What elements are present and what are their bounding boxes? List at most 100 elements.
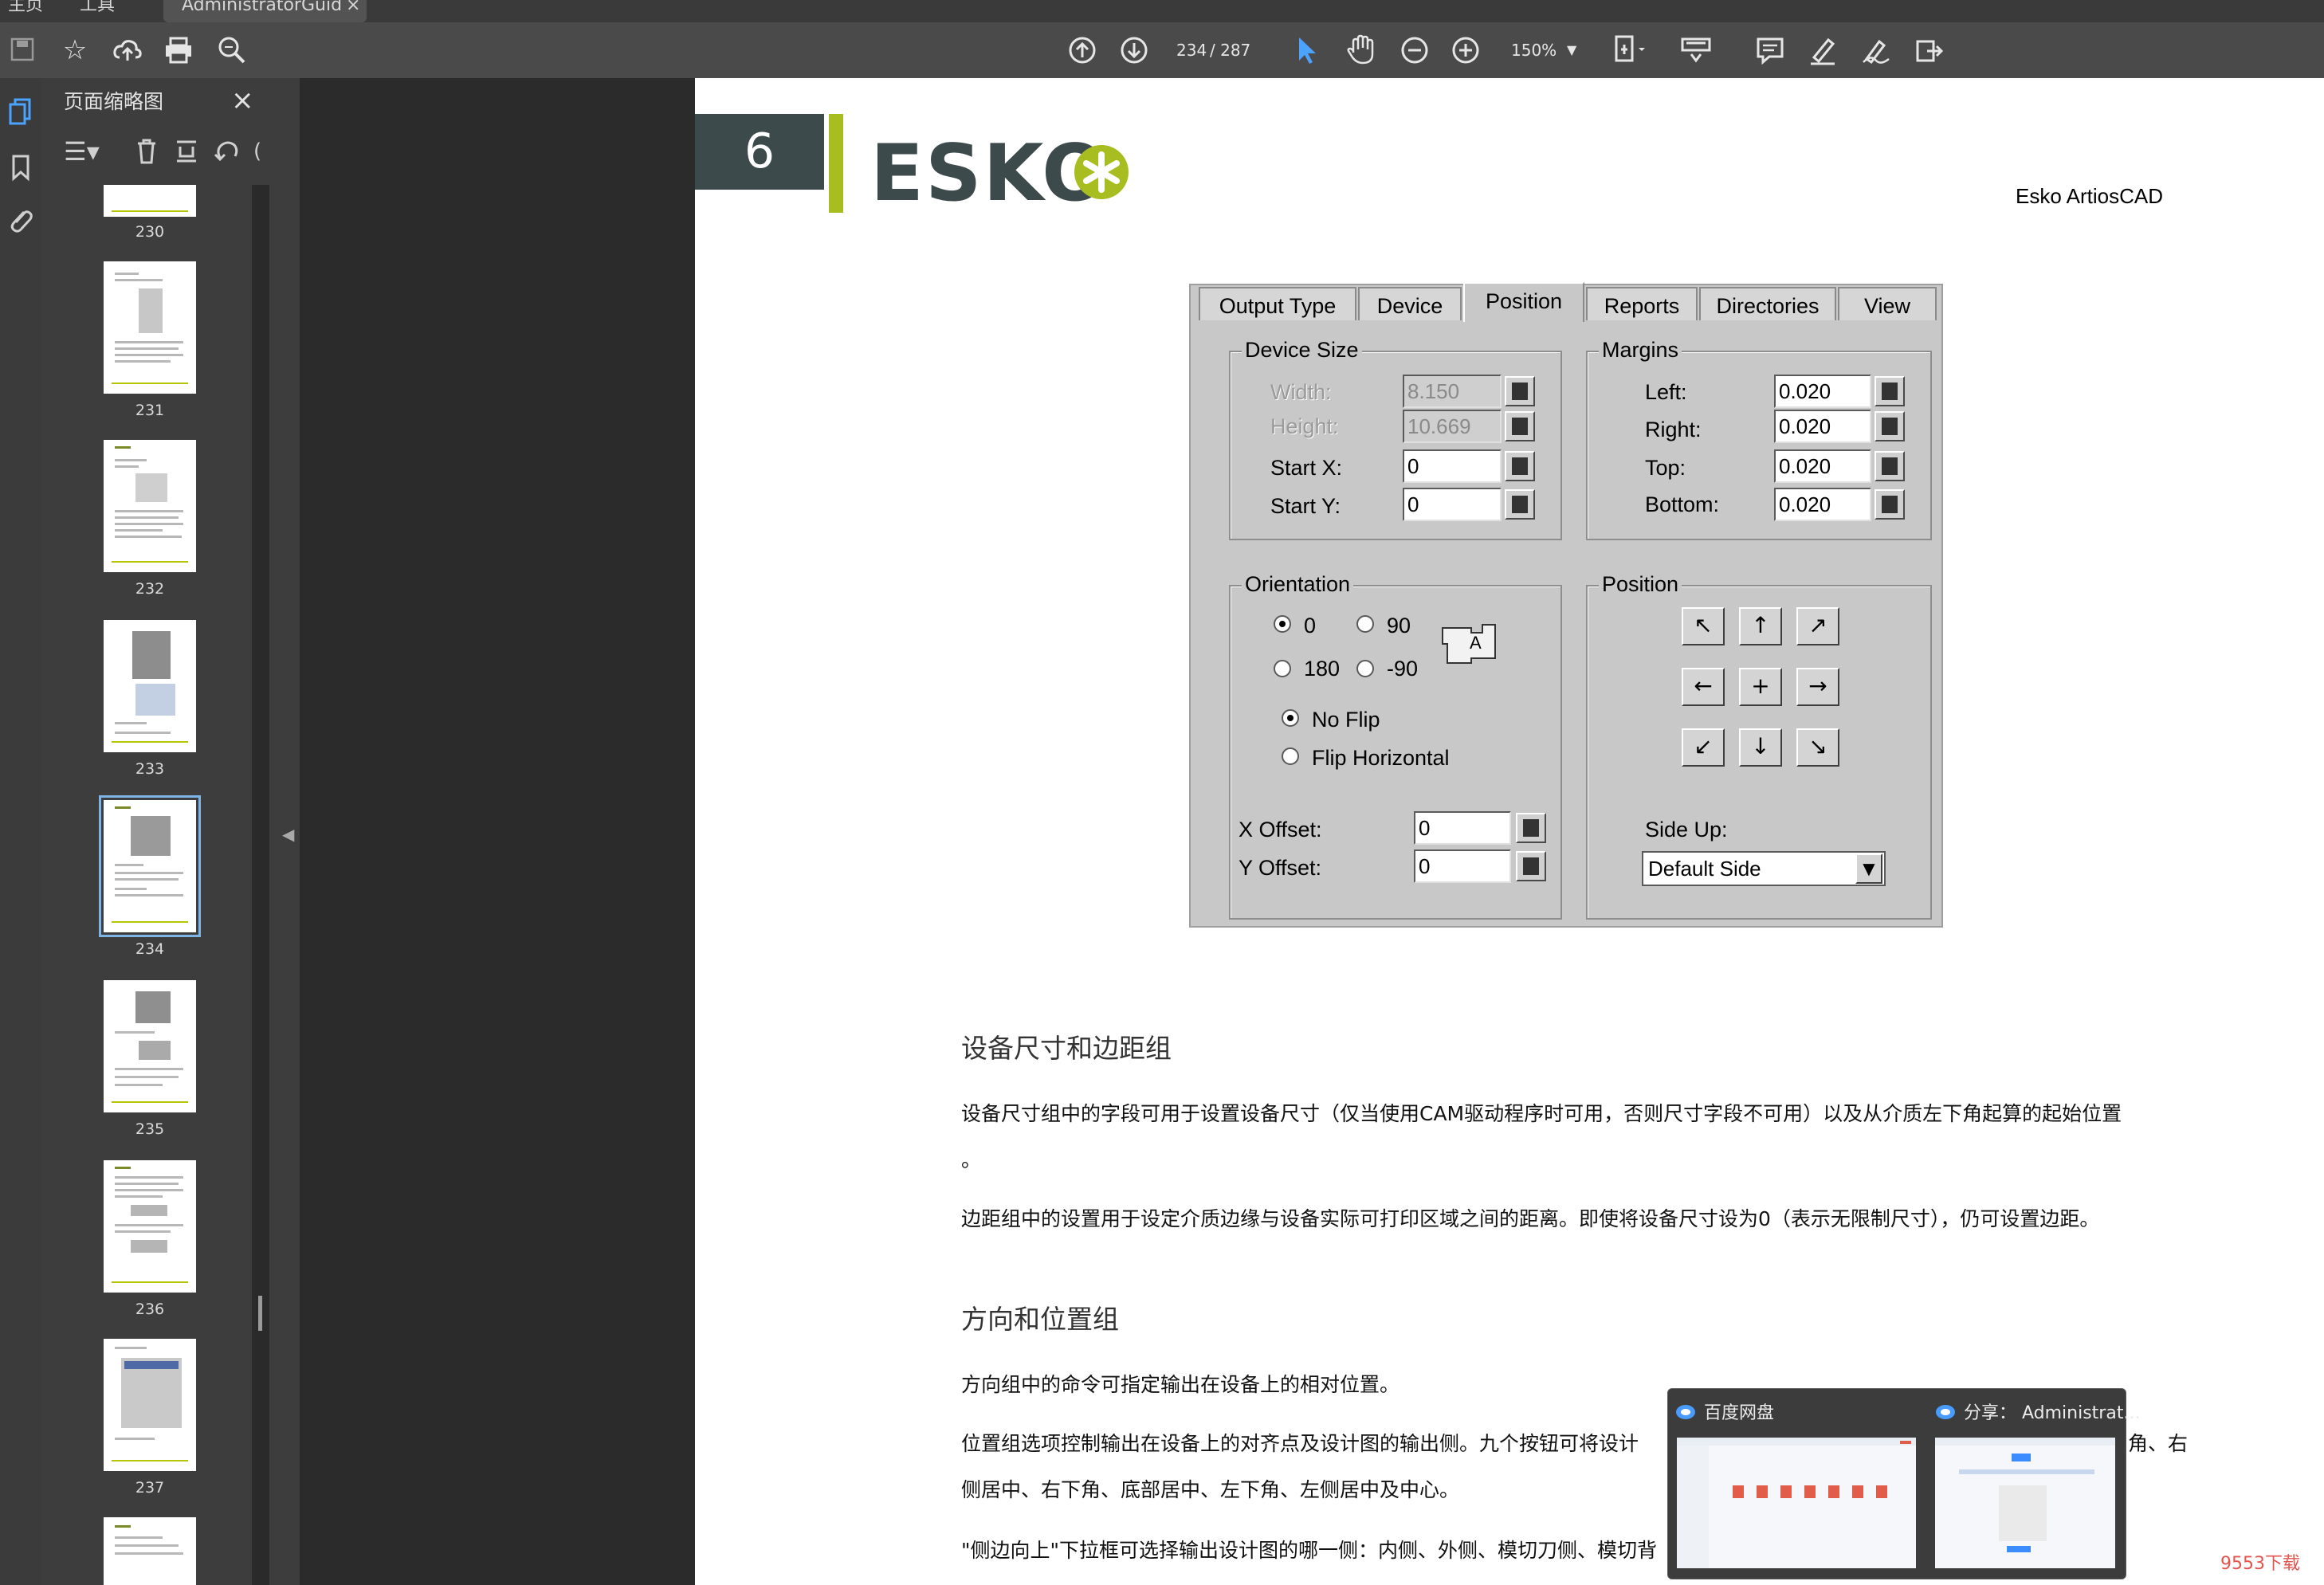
page-thumbnail[interactable] (104, 185, 196, 217)
thumbnail-label: 235 (135, 1120, 165, 1138)
thumbnail-label: 231 (135, 402, 165, 419)
tab-output-type: Output Type (1199, 287, 1356, 320)
align-center-plus-icon: + (1739, 668, 1782, 706)
paragraph: 侧居中、右下角、底部居中、左下角、左侧居中及中心。 (961, 1478, 1460, 1501)
height-label: Height: (1270, 414, 1339, 438)
document-tab-title: AdministratorGuide... (182, 0, 341, 15)
page-thumbnail[interactable] (104, 440, 196, 572)
page-down-icon[interactable] (1119, 35, 1149, 65)
thumbnail-options-icon[interactable]: ☰▾ (64, 134, 100, 169)
print-icon[interactable] (163, 35, 194, 65)
delete-page-icon[interactable] (134, 137, 159, 166)
popup-window-title[interactable]: 分享： Administrat... (1964, 1401, 2140, 1426)
orientation-preview-icon: A (1442, 624, 1496, 664)
orientation-180-radio (1274, 660, 1291, 677)
page-fit-icon[interactable] (1613, 33, 1648, 65)
page-thumbnails-icon[interactable] (8, 97, 33, 126)
left-margin-field: 0.020 (1774, 375, 1871, 408)
share-icon[interactable] (1913, 35, 1945, 65)
flip-horizontal-label: Flip Horizontal (1312, 746, 1450, 770)
paragraph: 设备尺寸组中的字段可用于设置设备尺寸（仅当使用CAM驱动程序时可用，否则尺寸字段… (961, 1102, 2122, 1125)
thumbnail-label: 232 (135, 580, 165, 598)
page-thumbnail[interactable] (104, 261, 196, 394)
thumbnail-label: 230 (135, 223, 165, 241)
rotate-more-icon[interactable]: ( (253, 134, 261, 169)
paragraph: 角、右 (2128, 1432, 2189, 1455)
zoom-in-icon[interactable] (1451, 35, 1481, 65)
side-up-select: Default Side (1642, 851, 1886, 886)
start-x-field: 0 (1403, 449, 1502, 483)
attachment-icon[interactable] (6, 206, 33, 234)
top-margin-field: 0.020 (1774, 449, 1871, 483)
align-middle-right-arrow-icon: → (1796, 668, 1839, 706)
width-field: 8.150 (1403, 375, 1502, 408)
comment-icon[interactable] (1755, 35, 1785, 65)
popup-window-preview[interactable] (1677, 1438, 1916, 1568)
right-margin-label: Right: (1645, 418, 1702, 441)
rotate-icon[interactable] (214, 137, 241, 166)
page-thumbnail[interactable] (104, 980, 196, 1112)
calculator-icon (1505, 411, 1535, 441)
bottom-margin-field: 0.020 (1774, 488, 1871, 521)
paragraph: 方向组中的命令可指定输出在设备上的相对位置。 (961, 1373, 1400, 1396)
thumbnail-label: 234 (135, 940, 165, 958)
zoom-out-icon[interactable] (1400, 35, 1430, 65)
esko-star-logo-icon (1074, 145, 1129, 199)
start-y-label: Start Y: (1270, 494, 1341, 518)
margins-title: Margins (1599, 336, 1682, 363)
chevron-down-icon: ▼ (1855, 853, 1882, 884)
sign-icon[interactable] (1860, 35, 1890, 65)
position-title: Position (1599, 571, 1682, 598)
select-cursor-icon[interactable] (1294, 35, 1320, 65)
tab-home[interactable]: 主页 (8, 0, 43, 22)
tab-directories: Directories (1699, 287, 1836, 320)
hand-tool-icon[interactable] (1345, 33, 1377, 65)
flip-horizontal-radio (1282, 747, 1299, 765)
tab-position: Position (1463, 282, 1584, 322)
star-icon[interactable]: ☆ (57, 22, 92, 78)
document-viewer-background (301, 78, 695, 1585)
main-toolbar (0, 22, 2324, 79)
thumbnail-scrollbar-thumb[interactable] (258, 1296, 262, 1331)
align-bottom-left-arrow-icon: ↙ (1682, 728, 1725, 767)
chapter-accent-bar (829, 114, 843, 213)
side-up-label: Side Up: (1645, 818, 1728, 842)
tab-tools[interactable]: 工具 (80, 0, 115, 22)
orientation-minus90-label: -90 (1387, 657, 1419, 681)
page-thumbnail[interactable] (104, 1160, 196, 1293)
orientation-0-radio (1274, 615, 1291, 633)
upload-cloud-icon[interactable] (112, 35, 143, 65)
collapse-panel-arrow-icon[interactable]: ◀ (282, 822, 294, 846)
zoom-level-select[interactable]: 150% (1511, 22, 1557, 78)
calculator-icon (1505, 451, 1535, 481)
orientation-180-label: 180 (1304, 657, 1341, 681)
extract-page-icon[interactable] (174, 137, 199, 166)
highlight-pen-icon[interactable] (1808, 35, 1838, 65)
calculator-icon (1875, 376, 1905, 406)
scroll-mode-icon[interactable] (1680, 35, 1712, 65)
zoom-dropdown-icon[interactable]: ▼ (1567, 22, 1576, 78)
bookmark-icon[interactable] (8, 153, 33, 182)
page-thumbnail[interactable] (104, 1517, 196, 1585)
page-thumbnail-current[interactable] (104, 800, 196, 932)
thumbnail-scrollbar[interactable] (252, 185, 269, 1585)
close-tab-icon[interactable]: × (346, 0, 360, 22)
popup-window-preview[interactable] (1935, 1438, 2115, 1568)
zoom-search-icon[interactable] (217, 35, 247, 65)
page-thumbnail[interactable] (104, 620, 196, 752)
save-icon[interactable] (10, 37, 35, 62)
page-up-icon[interactable] (1067, 35, 1097, 65)
page-number-input[interactable]: 234 (1176, 22, 1207, 78)
panel-title: 页面缩略图 (64, 90, 164, 113)
paragraph: 边距组中的设置用于设定介质边缘与设备实际可打印区域之间的距离。即使将设备尺寸设为… (961, 1207, 2100, 1230)
close-panel-icon[interactable]: × (231, 84, 254, 116)
y-offset-label: Y Offset: (1239, 856, 1322, 880)
watermark: 9553下载 (2220, 1554, 2300, 1574)
baidu-netdisk-icon (1936, 1405, 1955, 1419)
paragraph: "侧边向上"下拉框可选择输出设计图的哪一侧：内侧、外侧、模切刀侧、模切背 (961, 1539, 1658, 1562)
page-thumbnail[interactable] (104, 1339, 196, 1471)
popup-window-title[interactable]: 百度网盘 (1704, 1401, 1774, 1426)
calculator-icon (1516, 851, 1546, 881)
calculator-icon (1516, 813, 1546, 843)
baidu-netdisk-icon (1676, 1405, 1695, 1419)
